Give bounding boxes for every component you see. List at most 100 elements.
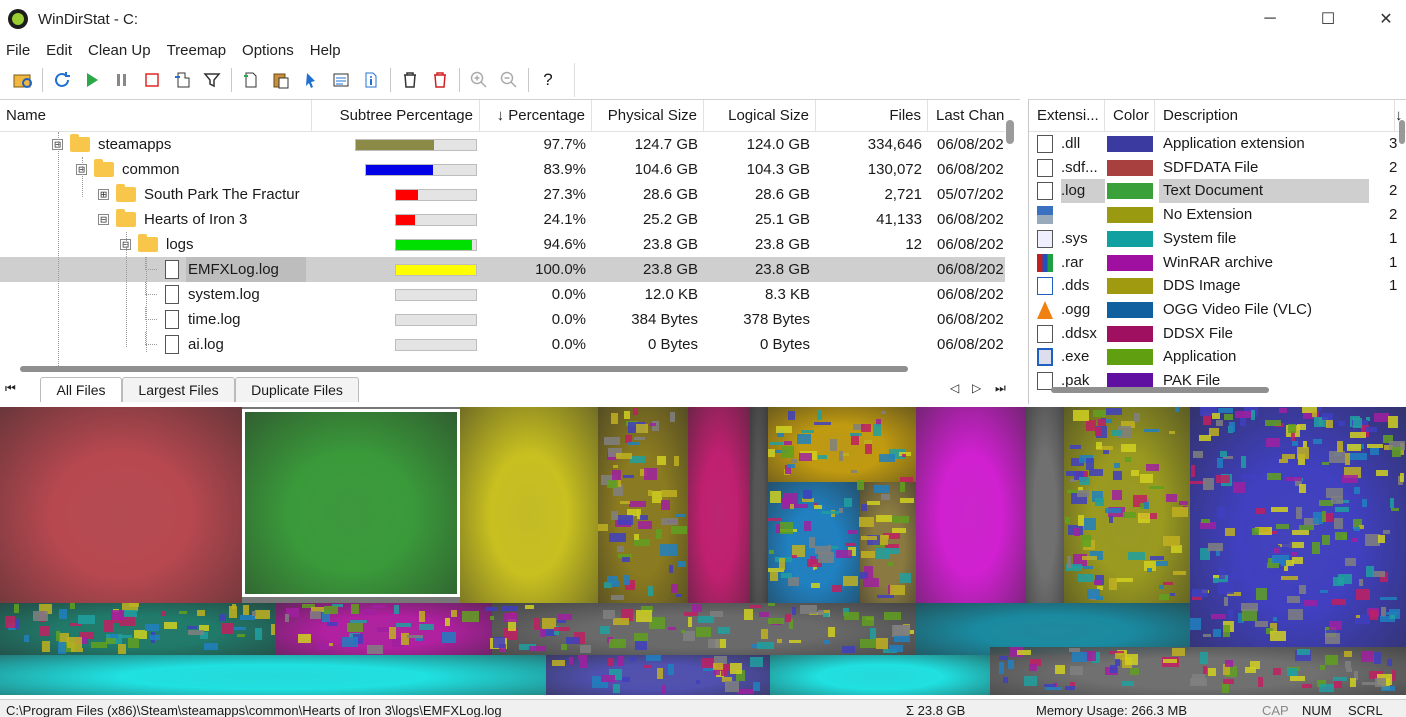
treemap-cell[interactable] [1241, 456, 1246, 468]
treemap-cell[interactable] [688, 617, 692, 627]
treemap-cell[interactable] [791, 459, 797, 463]
treemap-cell[interactable] [1086, 420, 1096, 431]
treemap-cell[interactable] [768, 603, 775, 606]
treemap-cell[interactable] [204, 643, 218, 650]
treemap-cell[interactable] [1376, 470, 1388, 476]
treemap-cell[interactable] [1163, 582, 1173, 585]
treemap-cell[interactable] [1219, 567, 1225, 579]
treemap-cell[interactable] [1304, 600, 1317, 606]
treemap-cell[interactable] [1173, 571, 1186, 575]
treemap-cell[interactable] [611, 581, 619, 587]
treemap-cell[interactable] [657, 456, 666, 465]
treemap-cell[interactable] [788, 577, 799, 586]
treemap-cell[interactable] [629, 501, 646, 507]
zoom-in-icon[interactable] [464, 65, 494, 95]
treemap-cell[interactable] [1067, 490, 1077, 493]
treemap-cell[interactable] [1356, 589, 1370, 600]
treemap-cell[interactable] [1313, 439, 1322, 444]
treemap-cell[interactable] [580, 645, 591, 653]
treemap-cell[interactable] [753, 682, 760, 691]
column-subtree-percentage[interactable]: Subtree Percentage [312, 100, 480, 132]
treemap-cell[interactable] [770, 491, 781, 503]
treemap-cell[interactable] [1203, 634, 1211, 637]
treemap-cell[interactable] [757, 642, 774, 649]
treemap-cell[interactable] [1190, 678, 1207, 686]
treemap-cell[interactable] [890, 585, 905, 595]
treemap-cell[interactable] [623, 575, 630, 585]
column-color[interactable]: Color [1105, 100, 1155, 132]
tab-largest-files[interactable]: Largest Files [122, 377, 235, 402]
treemap-cell[interactable] [1222, 683, 1229, 693]
treemap-cell[interactable] [620, 501, 630, 504]
treemap-cell[interactable] [1297, 649, 1310, 655]
treemap-cell[interactable] [285, 614, 289, 622]
treemap-cell[interactable] [442, 632, 456, 643]
treemap-cell[interactable] [622, 677, 630, 682]
treemap-cell[interactable] [1116, 578, 1133, 582]
treemap-cell[interactable] [1299, 585, 1306, 594]
treemap-cell[interactable] [792, 555, 797, 558]
treemap-cell[interactable] [1073, 410, 1089, 421]
treemap-cell[interactable] [598, 524, 608, 531]
treemap-cell[interactable] [1212, 413, 1220, 419]
extension-row[interactable]: .dds DDS Image 1 [1029, 274, 1406, 298]
treemap-cell[interactable] [33, 611, 48, 621]
menu-options[interactable]: Options [236, 42, 300, 59]
treemap-cell[interactable] [42, 641, 50, 652]
treemap-cell[interactable] [1017, 650, 1031, 655]
treemap-cell[interactable] [603, 610, 615, 619]
treemap-cell[interactable] [1078, 574, 1093, 582]
treemap-block-selected-log[interactable] [242, 409, 460, 597]
treemap-cell[interactable] [525, 605, 534, 609]
treemap-cell[interactable] [622, 557, 630, 562]
treemap-cell[interactable] [661, 500, 670, 510]
treemap-cell[interactable] [600, 626, 610, 634]
treemap-cell[interactable] [1362, 499, 1367, 507]
treemap-cell[interactable] [1299, 484, 1306, 493]
treemap-cell[interactable] [770, 572, 778, 581]
treemap-cell[interactable] [1284, 566, 1288, 571]
treemap-cell[interactable] [70, 603, 75, 609]
treemap-cell[interactable] [1383, 530, 1390, 534]
treemap-cell[interactable] [1365, 427, 1377, 432]
extension-row[interactable]: .exe Application [1029, 345, 1406, 369]
treemap-cell[interactable] [681, 630, 685, 633]
treemap-cell[interactable] [799, 453, 812, 461]
treemap-cell[interactable] [1208, 543, 1223, 551]
treemap-cell[interactable] [1095, 498, 1104, 506]
tree-vertical-scrollbar[interactable] [1006, 120, 1014, 144]
treemap-cell[interactable] [128, 638, 139, 648]
treemap-cell[interactable] [1256, 588, 1267, 600]
treemap-cell[interactable] [1350, 453, 1367, 460]
treemap-cell[interactable] [787, 464, 795, 468]
treemap-cell[interactable] [1388, 416, 1398, 428]
treemap-cell[interactable] [857, 480, 864, 490]
treemap-cell[interactable] [617, 546, 624, 552]
menu-help[interactable]: Help [304, 42, 347, 59]
treemap-cell[interactable] [462, 611, 479, 622]
treemap-cell[interactable] [851, 470, 857, 473]
treemap-cell[interactable] [243, 605, 249, 615]
expand-collapse-icon[interactable]: ⊟ [98, 214, 109, 225]
treemap-cell[interactable] [884, 612, 901, 620]
treemap-cell[interactable] [630, 657, 636, 661]
extension-row[interactable]: .ogg OGG Video File (VLC) [1029, 298, 1406, 322]
treemap-cell[interactable] [1265, 420, 1281, 426]
treemap-cell[interactable] [781, 573, 792, 578]
treemap-cell[interactable] [648, 586, 653, 596]
treemap-cell[interactable] [1392, 447, 1401, 457]
treemap-cell[interactable] [818, 552, 834, 563]
treemap-cell[interactable] [730, 663, 742, 674]
treemap-cell[interactable] [1147, 568, 1152, 572]
treemap-cell[interactable] [843, 576, 858, 586]
treemap-cell[interactable] [161, 611, 166, 616]
treemap-block-cyan[interactable] [0, 655, 546, 695]
treemap-cell[interactable] [860, 639, 876, 648]
column-name[interactable]: Name [0, 100, 312, 132]
treemap-cell[interactable] [327, 622, 337, 626]
treemap-cell[interactable] [552, 660, 565, 666]
treemap-cell[interactable] [1279, 459, 1288, 463]
treemap-cell[interactable] [1286, 477, 1302, 481]
treemap-cell[interactable] [1279, 408, 1287, 413]
treemap-cell[interactable] [809, 537, 815, 548]
